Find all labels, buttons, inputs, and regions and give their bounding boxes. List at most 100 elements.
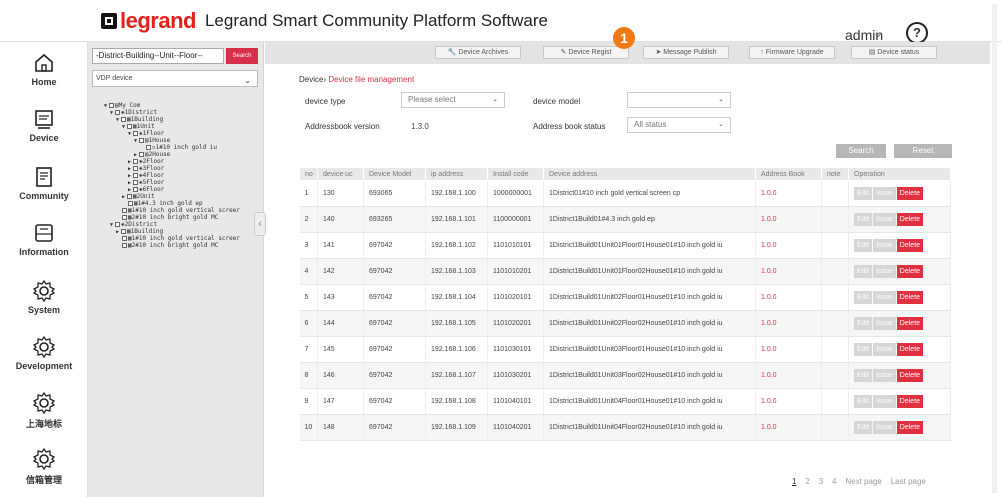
cell-model: 693265 bbox=[363, 206, 426, 233]
delete-button[interactable]: Delete bbox=[896, 265, 924, 278]
device-regist-button[interactable]: ✎ Device Regist bbox=[543, 46, 629, 59]
nav-item-information[interactable]: Information bbox=[0, 214, 88, 272]
address-book-status-value: All status bbox=[634, 120, 667, 129]
issue-button[interactable]: Issue bbox=[873, 369, 896, 382]
next-page-link[interactable]: Next page bbox=[845, 477, 881, 486]
address-book-status-select[interactable]: All status ⌄ bbox=[627, 117, 731, 133]
edit-button[interactable]: Edit bbox=[854, 395, 873, 408]
cell-model: 697042 bbox=[363, 388, 426, 415]
table-row: 3 141 697042 192.168.1.102 1101010101 1Distri… bbox=[299, 232, 951, 259]
nav-label-home: Home bbox=[31, 77, 57, 87]
edit-button[interactable]: Edit bbox=[854, 213, 873, 226]
issue-button[interactable]: Issue bbox=[873, 317, 896, 330]
issue-button[interactable]: Issue bbox=[873, 291, 896, 304]
cell-uc: 144 bbox=[317, 310, 364, 337]
cell-ip: 192.168.1.106 bbox=[425, 336, 488, 363]
delete-button[interactable]: Delete bbox=[896, 291, 924, 304]
cell-book: 1.0.0 bbox=[755, 362, 822, 389]
edit-button[interactable]: Edit bbox=[854, 343, 873, 356]
device-status-button[interactable]: ▤ Device status bbox=[851, 46, 937, 59]
cell-note bbox=[821, 388, 849, 415]
cell-model: 697042 bbox=[363, 414, 426, 441]
device-type-filter-select[interactable]: Please select ⌄ bbox=[401, 92, 505, 108]
gear-icon bbox=[33, 392, 55, 414]
cell-book: 1.0.0 bbox=[755, 414, 822, 441]
cell-code: 1101030101 bbox=[487, 336, 544, 363]
cell-operation: Edit Issue Delete bbox=[848, 232, 951, 259]
tree-search-input[interactable]: -District-Building--Unit--Floor-- bbox=[92, 48, 224, 64]
cell-uc: 146 bbox=[317, 362, 364, 389]
edit-button[interactable]: Edit bbox=[854, 291, 873, 304]
nav-item-community[interactable]: Community bbox=[0, 158, 88, 216]
vertical-scrollbar[interactable] bbox=[992, 4, 997, 493]
chevron-down-icon: ⌄ bbox=[244, 76, 251, 85]
last-page-link[interactable]: Last page bbox=[891, 477, 926, 486]
edit-button[interactable]: Edit bbox=[854, 369, 873, 382]
nav-item-device[interactable]: Device bbox=[0, 100, 88, 158]
device-type-filter-value: Please select bbox=[408, 95, 456, 104]
table-row: 8 146 697042 192.168.1.107 1101030201 1Distri… bbox=[299, 362, 951, 389]
issue-button[interactable]: Issue bbox=[873, 187, 896, 200]
page-link[interactable]: 2 bbox=[805, 477, 809, 486]
nav-item-development[interactable]: Development bbox=[0, 328, 88, 386]
device-type-select[interactable]: VDP device ⌄ bbox=[92, 70, 258, 87]
cell-note bbox=[821, 284, 849, 311]
collapse-panel-chevron-left-icon[interactable]: ‹ bbox=[254, 212, 266, 236]
cell-uc: 140 bbox=[317, 206, 364, 233]
tree-search-button[interactable]: Search bbox=[226, 48, 258, 64]
col-header: Operation bbox=[848, 167, 951, 181]
delete-button[interactable]: Delete bbox=[896, 239, 924, 252]
delete-button[interactable]: Delete bbox=[896, 187, 924, 200]
cell-ip: 192.168.1.102 bbox=[425, 232, 488, 259]
issue-button[interactable]: Issue bbox=[873, 421, 896, 434]
issue-button[interactable]: Issue bbox=[873, 395, 896, 408]
device-model-filter-select[interactable]: ⌄ bbox=[627, 92, 731, 108]
delete-button[interactable]: Delete bbox=[896, 369, 924, 382]
tree-node[interactable]: ▦2#10 inch bright gold MC bbox=[122, 242, 218, 250]
page-link[interactable]: 4 bbox=[832, 477, 836, 486]
issue-button[interactable]: Issue bbox=[873, 213, 896, 226]
cell-book: 1.0.0 bbox=[755, 388, 822, 415]
reset-button[interactable]: Reset bbox=[894, 144, 952, 158]
nav-item-home[interactable]: Home bbox=[0, 44, 88, 102]
nav-item-shanghai-landmark[interactable]: 上海地标 bbox=[0, 384, 88, 442]
message-publish-button[interactable]: ➤ Message Publish bbox=[643, 46, 729, 59]
page-link[interactable]: 3 bbox=[819, 477, 823, 486]
nav-item-system[interactable]: System bbox=[0, 272, 88, 330]
cell-ip: 192.168.1.107 bbox=[425, 362, 488, 389]
search-button[interactable]: Search bbox=[836, 144, 886, 158]
breadcrumb-root[interactable]: Device bbox=[299, 75, 323, 84]
delete-button[interactable]: Delete bbox=[896, 343, 924, 356]
edit-button[interactable]: Edit bbox=[854, 421, 873, 434]
device-archives-button[interactable]: 🔧 Device Archives bbox=[435, 46, 521, 59]
cell-code: 1000000001 bbox=[487, 180, 544, 207]
delete-button[interactable]: Delete bbox=[896, 317, 924, 330]
table-row: 1 130 693065 192.168.1.100 1000000001 1Distri… bbox=[299, 180, 951, 207]
cell-code: 1101030201 bbox=[487, 362, 544, 389]
development-gear-icon bbox=[33, 336, 55, 358]
help-icon[interactable]: ? bbox=[906, 22, 928, 44]
issue-button[interactable]: Issue bbox=[873, 239, 896, 252]
issue-button[interactable]: Issue bbox=[873, 265, 896, 278]
cell-address: 1District1Build01Unit03Floor02House01#10… bbox=[543, 362, 756, 389]
breadcrumb: Device› Device file management bbox=[299, 75, 414, 84]
delete-button[interactable]: Delete bbox=[896, 421, 924, 434]
page-link[interactable]: 1 bbox=[792, 477, 796, 486]
issue-button[interactable]: Issue bbox=[873, 343, 896, 356]
cell-note bbox=[821, 414, 849, 441]
cell-address: 1District1Build01Unit01Floor02House01#10… bbox=[543, 258, 756, 285]
nav-item-mailbox[interactable]: 信箱管理 bbox=[0, 440, 88, 497]
cell-operation: Edit Issue Delete bbox=[848, 180, 951, 207]
firmware-upgrade-button[interactable]: ↑ Firmware Upgrade bbox=[749, 46, 835, 59]
edit-button[interactable]: Edit bbox=[854, 239, 873, 252]
chevron-down-icon[interactable]: ⌄ bbox=[873, 26, 883, 40]
edit-button[interactable]: Edit bbox=[854, 187, 873, 200]
cell-no: 1 bbox=[299, 180, 318, 207]
edit-button[interactable]: Edit bbox=[854, 265, 873, 278]
delete-button[interactable]: Delete bbox=[896, 395, 924, 408]
community-icon bbox=[36, 167, 52, 187]
cell-book: 1.0.0 bbox=[755, 310, 822, 337]
cell-no: 7 bbox=[299, 336, 318, 363]
delete-button[interactable]: Delete bbox=[896, 213, 924, 226]
edit-button[interactable]: Edit bbox=[854, 317, 873, 330]
